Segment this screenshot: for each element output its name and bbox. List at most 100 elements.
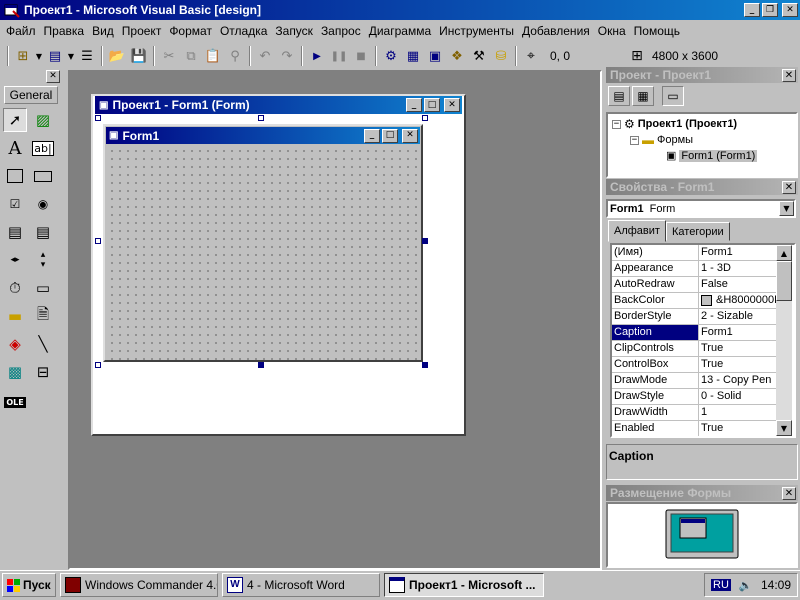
ole-tool[interactable]: OLE — [3, 390, 27, 414]
object-browser-button[interactable]: ❖ — [446, 45, 468, 67]
data-tool[interactable]: ⊟ — [31, 360, 55, 384]
tree-item-form1[interactable]: ▣ Form1 (Form1) — [666, 149, 758, 162]
properties-panel-close-button[interactable]: ✕ — [782, 180, 796, 194]
data-view-button[interactable]: ⛁ — [490, 45, 512, 67]
object-combo-dropdown[interactable]: ▼ — [779, 201, 794, 216]
minimize-button[interactable]: _ — [744, 3, 760, 17]
menu-addins[interactable]: Добавления — [518, 24, 594, 38]
layout-panel-close-button[interactable]: ✕ — [782, 486, 796, 500]
language-indicator[interactable]: RU — [711, 579, 731, 591]
filelistbox-tool[interactable]: 🗎 — [31, 304, 55, 328]
redo-button[interactable]: ↷ — [276, 45, 298, 67]
taskbar-item-word[interactable]: W 4 - Microsoft Word — [222, 573, 380, 597]
menu-edit[interactable]: Правка — [40, 24, 89, 38]
copy-button[interactable]: ⧉ — [180, 45, 202, 67]
shape-tool[interactable]: ◈ — [3, 332, 27, 356]
add-form-button[interactable]: ▤ — [44, 45, 66, 67]
commandbutton-tool[interactable] — [31, 164, 55, 188]
collapse-icon[interactable]: − — [612, 119, 621, 129]
scroll-down-button[interactable]: ▼ — [776, 420, 792, 436]
volume-icon[interactable]: 🔈 — [739, 579, 753, 592]
image-tool[interactable]: ▩ — [3, 360, 27, 384]
designer-title-bar[interactable]: ▣ Проект1 - Form1 (Form) _ □ ✕ — [95, 96, 462, 114]
open-project-button[interactable]: 📂 — [106, 45, 128, 67]
menu-tools[interactable]: Инструменты — [435, 24, 518, 38]
menu-debug[interactable]: Отладка — [216, 24, 271, 38]
add-form-dropdown[interactable]: ▼ — [66, 45, 76, 67]
menu-help[interactable]: Помощь — [630, 24, 684, 38]
undo-button[interactable]: ↶ — [254, 45, 276, 67]
collapse-icon[interactable]: − — [630, 135, 639, 145]
menu-format[interactable]: Формат — [165, 24, 216, 38]
menu-diagram[interactable]: Диаграмма — [365, 24, 435, 38]
property-row[interactable]: Appearance 1 - 3D — [612, 261, 779, 277]
break-button[interactable]: ❚❚ — [328, 45, 350, 67]
resize-handle-e[interactable] — [422, 238, 428, 244]
property-row[interactable]: AutoRedraw False — [612, 277, 779, 293]
timer-tool[interactable]: ⏱ — [3, 276, 27, 300]
picturebox-tool[interactable]: ▨ — [31, 108, 55, 132]
project-panel-title-bar[interactable]: Проект - Проект1 ✕ — [606, 67, 798, 83]
menu-run[interactable]: Запуск — [271, 24, 317, 38]
view-code-button[interactable]: ▤ — [608, 86, 630, 106]
property-row[interactable]: Enabled True — [612, 421, 779, 436]
dirlistbox-tool[interactable]: ▬ — [3, 304, 27, 328]
add-project-dropdown[interactable]: ▼ — [34, 45, 44, 67]
scroll-thumb[interactable] — [776, 261, 792, 301]
project-panel-close-button[interactable]: ✕ — [782, 68, 796, 82]
property-grid-scrollbar[interactable]: ▲ ▼ — [776, 245, 792, 436]
tab-alphabetic[interactable]: Алфавит — [608, 220, 666, 242]
property-row[interactable]: (Имя) Form1 — [612, 245, 779, 261]
toolbox-button[interactable]: ⚒ — [468, 45, 490, 67]
tree-item-forms[interactable]: − ▬ Формы — [630, 133, 693, 147]
menu-editor-button[interactable]: ☰ — [76, 45, 98, 67]
end-button[interactable]: ■ — [350, 45, 372, 67]
add-project-button[interactable]: ⊞ — [12, 45, 34, 67]
close-button[interactable]: ✕ — [782, 3, 798, 17]
frame-tool[interactable] — [3, 164, 27, 188]
combobox-tool[interactable]: ▤ — [3, 220, 27, 244]
menu-window[interactable]: Окна — [594, 24, 630, 38]
label-tool[interactable]: A — [3, 136, 27, 160]
property-row[interactable]: ControlBox True — [612, 357, 779, 373]
designer-close-button[interactable]: ✕ — [444, 98, 460, 112]
property-row[interactable]: BorderStyle 2 - Sizable — [612, 309, 779, 325]
resize-handle-se[interactable] — [422, 362, 428, 368]
property-row[interactable]: BackColor &H8000000F — [612, 293, 779, 309]
property-row-selected[interactable]: Caption Form1 — [612, 325, 779, 341]
properties-panel-title-bar[interactable]: Свойства - Form1 ✕ — [606, 179, 798, 195]
menu-file[interactable]: Файл — [2, 24, 40, 38]
form1-design-grid[interactable] — [106, 145, 420, 360]
toggle-folders-button[interactable]: ▭ — [662, 86, 684, 106]
menu-view[interactable]: Вид — [88, 24, 118, 38]
listbox-tool[interactable]: ▤ — [31, 220, 55, 244]
paste-button[interactable]: 📋 — [202, 45, 224, 67]
object-select-combo[interactable]: Form1 Form ▼ — [606, 199, 796, 218]
tree-item-project[interactable]: − ⚙ Проект1 (Проект1) — [612, 117, 737, 131]
taskbar-item-windows-commander[interactable]: Windows Commander 4.0... — [60, 573, 218, 597]
menu-project[interactable]: Проект — [118, 24, 166, 38]
property-row[interactable]: DrawMode 13 - Copy Pen — [612, 373, 779, 389]
property-row[interactable]: ClipControls True — [612, 341, 779, 357]
tab-categorized[interactable]: Категории — [666, 222, 730, 241]
designer-maximize-button[interactable]: □ — [424, 98, 440, 112]
checkbox-tool[interactable]: ☑ — [3, 192, 27, 216]
start-menu-button[interactable]: Пуск — [2, 573, 56, 597]
toolbox-close-button[interactable]: ✕ — [46, 70, 60, 83]
project-explorer-button[interactable]: ⚙ — [380, 45, 402, 67]
drivelistbox-tool[interactable]: ▭ — [31, 276, 55, 300]
hscrollbar-tool[interactable]: ◂▸ — [3, 248, 27, 272]
designer-minimize-button[interactable]: _ — [406, 98, 422, 112]
resize-handle-s[interactable] — [258, 362, 264, 368]
properties-window-button[interactable]: ▦ — [402, 45, 424, 67]
vscrollbar-tool[interactable]: ▴ ▾ — [31, 248, 55, 272]
toolbar-grip[interactable] — [7, 46, 9, 66]
pointer-tool[interactable]: ➚ — [3, 108, 27, 132]
cut-button[interactable]: ✂ — [158, 45, 180, 67]
textbox-tool[interactable]: ab| — [31, 136, 55, 160]
app-title-bar[interactable]: Проект1 - Microsoft Visual Basic [design… — [0, 0, 800, 20]
scroll-up-button[interactable]: ▲ — [776, 245, 792, 261]
optionbutton-tool[interactable]: ◉ — [31, 192, 55, 216]
find-button[interactable]: ⚲ — [224, 45, 246, 67]
form-layout-button[interactable]: ▣ — [424, 45, 446, 67]
